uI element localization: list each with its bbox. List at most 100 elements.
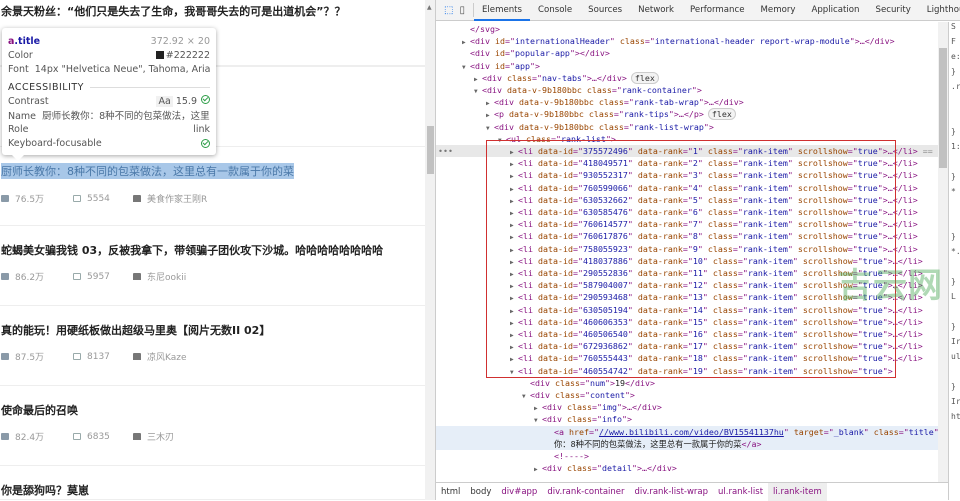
breadcrumb-div-app[interactable]: div#app: [496, 483, 542, 501]
scrollbar-thumb[interactable]: [427, 126, 434, 174]
styles-rule-fragment: 1:: [951, 142, 960, 151]
token-tag: =": [504, 60, 515, 71]
token-an: class: [506, 72, 532, 83]
token-tag: <div: [482, 85, 507, 95]
list-item: 厨师长教你：8种不同的包菜做法，这里总有一款属于你的菜 76.5万 5554 美食作家…: [0, 146, 425, 226]
play-icon: [1, 195, 9, 202]
dom-node[interactable]: ▶ <div data-v-9b180bbc class="rank-tab-wr…: [436, 96, 940, 108]
token-tag: ">…</div>: [849, 36, 895, 47]
role-value: link: [193, 123, 210, 135]
more-options-icon[interactable]: •••: [438, 145, 453, 157]
danmaku-icon: [73, 195, 81, 202]
flex-badge[interactable]: flex: [630, 71, 659, 84]
dom-node[interactable]: ▼ <div class="content">: [436, 389, 940, 401]
token-an: data-v-9b180bbc class: [518, 121, 624, 132]
tab-application[interactable]: Application: [803, 0, 867, 21]
meta-danmaku-text: 5554: [87, 193, 110, 204]
breadcrumb-li-rank-item[interactable]: li.rank-item: [768, 482, 827, 501]
play-icon: [1, 433, 9, 440]
tab-performance[interactable]: Performance: [682, 0, 752, 21]
scroll-up-icon[interactable]: ▲: [427, 4, 432, 11]
dom-node[interactable]: ▼ <div class="info">: [436, 413, 940, 425]
token-tag: =": [504, 48, 515, 59]
token-av: internationalHeader: [514, 36, 610, 47]
dom-node[interactable]: </svg>: [436, 23, 940, 35]
tab-security[interactable]: Security: [868, 0, 919, 21]
styles-rule-fragment: S: [951, 22, 956, 31]
dom-node[interactable]: 你：8种不同的包菜做法，这里总有一款属于你的菜</a>: [436, 437, 940, 450]
token-av: international-header report-wrap-module: [654, 36, 850, 47]
video-meta: 82.4万 6835 三木刃: [1, 430, 174, 443]
meta-views: 86.2万: [1, 270, 73, 283]
dom-node[interactable]: ▼ <div data-v-9b180bbc class="rank-contai…: [436, 84, 940, 96]
list-item: 蛇蝎美女骗我钱 03，反被我拿下，带领骗子团伙攻下沙城。哈哈哈哈哈哈哈哈 86.2…: [0, 226, 425, 306]
danmaku-icon: [73, 353, 81, 360]
dom-node[interactable]: <div id="popular-app"></div>: [436, 47, 940, 59]
token-tx: 你：8种不同的包菜做法，这里总有一款属于你的菜: [554, 438, 742, 449]
breadcrumb-body[interactable]: body: [465, 483, 496, 501]
styles-rule-fragment: }: [951, 232, 956, 241]
tab-elements[interactable]: Elements: [473, 0, 531, 21]
expand-triangle-icon[interactable]: ▶: [534, 464, 542, 476]
dom-node[interactable]: ▼ <div id="app">: [436, 60, 940, 72]
meta-author[interactable]: 凉风Kaze: [133, 350, 187, 363]
token-lk[interactable]: //www.bilibili.com/video/BV15541137hu: [599, 427, 784, 437]
play-icon: [1, 273, 9, 280]
color-value: #222222: [155, 50, 210, 61]
video-title-link[interactable]: 你是舔狗吗？莫崽: [1, 482, 89, 498]
contrast-label: Contrast: [8, 95, 49, 107]
tab-lighthouse[interactable]: Lighthouse: [919, 0, 960, 21]
font-row: Font 14px "Helvetica Neue", Tahoma, Aria…: [8, 63, 210, 75]
video-meta: 76.5万 5554 美食作家王刚R: [1, 192, 207, 205]
token-tag: <div: [542, 402, 567, 413]
video-title-link[interactable]: 厨师长教你：8种不同的包菜做法，这里总有一款属于你的菜: [1, 163, 294, 179]
token-an: class: [873, 426, 899, 437]
token-tag: <!---->: [554, 451, 589, 461]
styles-rule-fragment: [949, 202, 960, 217]
breadcrumb-html[interactable]: html: [436, 483, 465, 501]
video-title-link[interactable]: 真的能玩！用硬纸板做出超级马里奥【阅片无数II 02】: [1, 322, 270, 338]
token-tag: =": [623, 97, 634, 108]
token-tag: </div>: [624, 377, 655, 388]
token-an: class: [619, 36, 645, 47]
dom-node[interactable]: <!---->: [436, 450, 940, 462]
token-tag: =": [579, 377, 590, 388]
meta-author[interactable]: 东尼ookii: [133, 270, 186, 283]
styles-rule-fragment: ul: [951, 352, 960, 361]
styles-rule-fragment: [949, 112, 960, 127]
meta-author[interactable]: 美食作家王刚R: [133, 192, 207, 205]
meta-author[interactable]: 三木刃: [133, 430, 174, 443]
token-tag: ": [609, 36, 620, 47]
video-title-link[interactable]: 使命最后的召唤: [1, 402, 78, 418]
device-toolbar-icon[interactable]: ▯: [459, 5, 465, 16]
video-title-link[interactable]: 蛇蝎美女骗我钱 03，反被我拿下，带领骗子团伙攻下沙城。哈哈哈哈哈哈哈哈: [1, 242, 383, 258]
dom-node[interactable]: <a href="//www.bilibili.com/video/BV1554…: [436, 425, 940, 438]
page-scrollbar[interactable]: ▲: [425, 0, 436, 500]
flex-badge[interactable]: flex: [707, 108, 736, 121]
tab-network[interactable]: Network: [630, 0, 682, 21]
scrollbar-thumb[interactable]: [939, 48, 947, 168]
token-tag: <div: [530, 390, 555, 400]
token-an: data-v-9b180bbc class: [509, 109, 614, 120]
token-tag: <div: [470, 60, 495, 71]
dom-scrollbar[interactable]: [938, 22, 948, 482]
breadcrumb-ul-rank-list[interactable]: ul.rank-list: [713, 483, 768, 501]
meta-danmaku: 8137: [73, 350, 133, 363]
dom-node[interactable]: ▼ <div data-v-9b180bbc class="rank-list-w…: [436, 121, 940, 133]
inspect-element-icon[interactable]: ⬚: [444, 5, 453, 16]
video-title-link[interactable]: 余景天粉丝：“他们只是失去了生命，我哥哥失去的可是出道机会”？？: [1, 3, 345, 19]
breadcrumb-div-rank-container[interactable]: div.rank-container: [542, 483, 629, 501]
tab-console[interactable]: Console: [530, 0, 580, 21]
breadcrumb-div-rank-list-wrap[interactable]: div.rank-list-wrap: [630, 483, 714, 501]
styles-rule-fragment: *: [951, 187, 956, 196]
tab-sources[interactable]: Sources: [580, 0, 630, 21]
dom-node[interactable]: ▶ <div id="internationalHeader" class="in…: [436, 35, 940, 47]
dom-node[interactable]: <div class="num">19</div>: [436, 377, 940, 389]
dom-node[interactable]: ▶ <p data-v-9b180bbc class="rank-tips">…<…: [436, 108, 940, 121]
dom-node[interactable]: ▶ <div class="nav-tabs">…</div> flex: [436, 71, 940, 84]
token-tag: <div: [494, 121, 519, 132]
tab-memory[interactable]: Memory: [753, 0, 804, 21]
dom-node[interactable]: ▶ <div class="img">…</div>: [436, 401, 940, 413]
token-an: href: [569, 426, 589, 437]
dom-node[interactable]: ▶ <div class="detail">…</div>: [436, 462, 940, 474]
